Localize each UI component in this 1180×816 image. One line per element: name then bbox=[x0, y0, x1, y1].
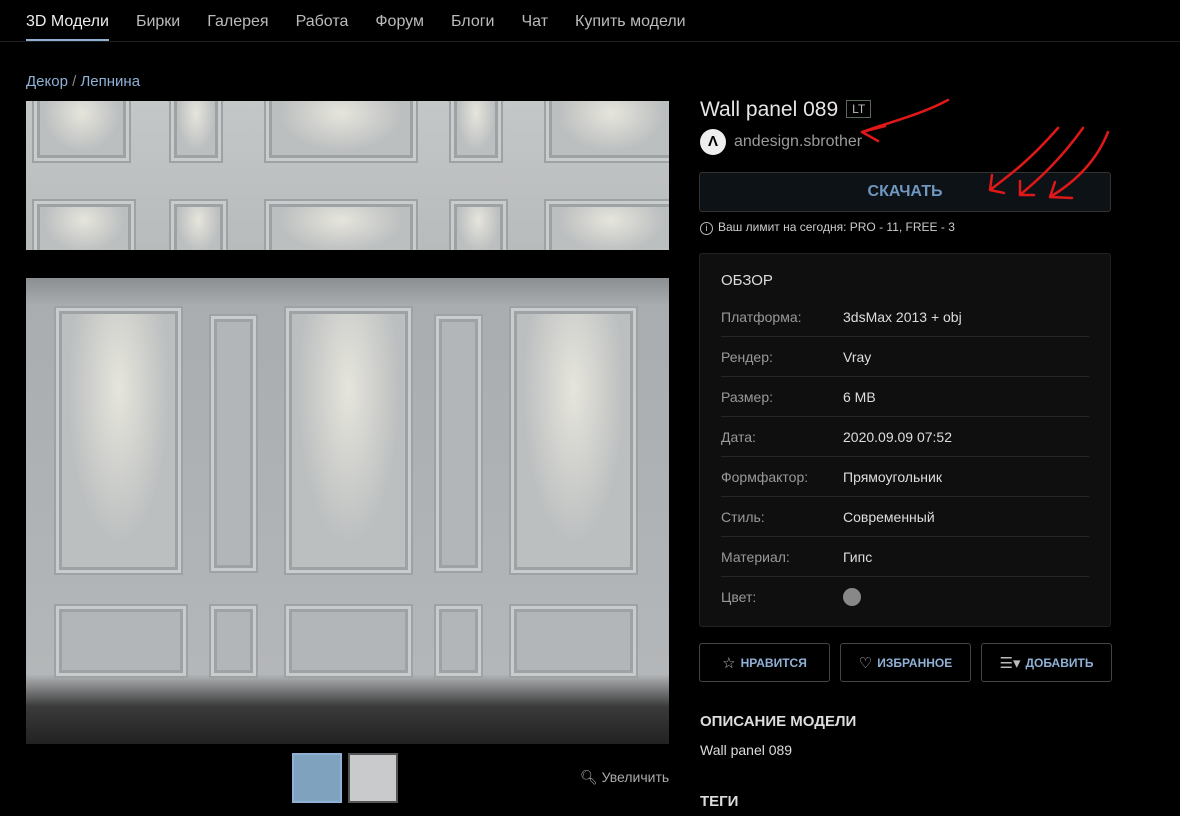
spec-row: Платформа: 3dsMax 2013 + obj bbox=[721, 297, 1089, 337]
spec-value: Прямоугольник bbox=[843, 468, 942, 485]
add-to-list-button[interactable]: ☰▾ ДОБАВИТЬ bbox=[981, 643, 1112, 682]
tags-title: ТЕГИ bbox=[700, 793, 739, 810]
overview-panel: ОБЗОР Платформа: 3dsMax 2013 + obj Рендер… bbox=[699, 253, 1111, 627]
overview-title: ОБЗОР bbox=[721, 272, 773, 289]
zoom-label: Увеличить bbox=[601, 769, 670, 785]
zoom-link[interactable]: 🔍︎ Увеличить bbox=[580, 769, 669, 786]
thumbnail-1[interactable] bbox=[292, 753, 342, 803]
nav-gallery[interactable]: Галерея bbox=[207, 0, 268, 41]
nav-chat[interactable]: Чат bbox=[522, 0, 549, 41]
preview-image-top[interactable] bbox=[26, 101, 669, 250]
spec-label: Стиль: bbox=[721, 508, 765, 525]
spec-label: Цвет: bbox=[721, 589, 757, 605]
action-buttons: ☆ НРАВИТСЯ ♡ ИЗБРАННОЕ ☰▾ ДОБАВИТЬ bbox=[699, 643, 1122, 682]
spec-row: Цвет: bbox=[721, 577, 1089, 617]
description-text: Wall panel 089 bbox=[700, 742, 793, 758]
spec-value: Vray bbox=[843, 348, 872, 365]
spec-row: Размер: 6 MB bbox=[721, 377, 1089, 417]
breadcrumb-parent[interactable]: Декор bbox=[26, 73, 68, 90]
spec-row: Формфактор: Прямоугольник bbox=[721, 457, 1089, 497]
spec-value[interactable]: Гипс bbox=[843, 549, 872, 565]
add-label: ДОБАВИТЬ bbox=[1025, 655, 1094, 670]
heart-icon: ♡ bbox=[858, 654, 873, 672]
author[interactable]: Λandesign.sbrother bbox=[700, 129, 862, 155]
spec-label: Размер: bbox=[721, 388, 774, 405]
spec-label: Рендер: bbox=[721, 348, 773, 365]
top-nav: 3D Модели Бирки Галерея Работа Форум Бло… bbox=[0, 0, 1180, 42]
like-button[interactable]: ☆ НРАВИТСЯ bbox=[699, 643, 830, 682]
nav-jobs[interactable]: Работа bbox=[296, 0, 349, 41]
license-badge: LT bbox=[846, 100, 872, 118]
author-avatar: Λ bbox=[700, 129, 726, 155]
spec-label: Платформа: bbox=[721, 308, 802, 325]
nav-tags[interactable]: Бирки bbox=[136, 0, 180, 41]
favorite-button[interactable]: ♡ ИЗБРАННОЕ bbox=[840, 643, 971, 682]
spec-row: Материал: Гипс bbox=[721, 537, 1089, 577]
nav-forum[interactable]: Форум bbox=[375, 0, 424, 41]
download-limit: i Ваш лимит на сегодня: PRO - 11, FREE - … bbox=[700, 220, 955, 235]
nav-blogs[interactable]: Блоги bbox=[451, 0, 495, 41]
spec-value[interactable]: Современный bbox=[843, 509, 935, 525]
author-name[interactable]: andesign.sbrother bbox=[734, 133, 862, 151]
spec-value: 3dsMax 2013 + obj bbox=[843, 308, 962, 325]
spec-label: Материал: bbox=[721, 548, 790, 565]
breadcrumb: Декор / Лепнина bbox=[26, 73, 140, 90]
limit-text: Ваш лимит на сегодня: PRO - 11, FREE - 3 bbox=[718, 220, 955, 234]
spec-value: 6 MB bbox=[843, 388, 876, 405]
list-icon: ☰▾ bbox=[999, 654, 1021, 672]
spec-row: Дата: 2020.09.09 07:52 bbox=[721, 417, 1089, 457]
spec-row: Рендер: Vray bbox=[721, 337, 1089, 377]
info-icon: i bbox=[700, 222, 713, 235]
spec-label: Дата: bbox=[721, 428, 756, 445]
spec-value: 2020.09.09 07:52 bbox=[843, 428, 952, 445]
spec-row: Стиль: Современный bbox=[721, 497, 1089, 537]
preview-image-main[interactable] bbox=[26, 278, 669, 744]
annotation-arrow-icon bbox=[860, 98, 950, 143]
star-icon: ☆ bbox=[722, 654, 736, 672]
model-title-text: Wall panel 089 bbox=[700, 98, 839, 121]
description-title: ОПИСАНИЕ МОДЕЛИ bbox=[700, 713, 857, 730]
spec-label: Формфактор: bbox=[721, 468, 809, 485]
nav-buy-models[interactable]: Купить модели bbox=[575, 0, 686, 41]
favorite-label: ИЗБРАННОЕ bbox=[877, 655, 953, 670]
thumbnail-2[interactable] bbox=[348, 753, 398, 803]
breadcrumb-separator: / bbox=[72, 73, 77, 90]
thumbnail-strip bbox=[292, 753, 404, 803]
nav-3d-models[interactable]: 3D Модели bbox=[26, 0, 109, 41]
like-label: НРАВИТСЯ bbox=[740, 655, 807, 670]
download-button[interactable]: СКАЧАТЬ bbox=[699, 172, 1111, 212]
breadcrumb-current[interactable]: Лепнина bbox=[80, 73, 140, 90]
magnifier-icon: 🔍︎ bbox=[580, 769, 598, 785]
color-swatch[interactable] bbox=[843, 588, 861, 606]
model-title: Wall panel 089 LT bbox=[700, 98, 872, 122]
